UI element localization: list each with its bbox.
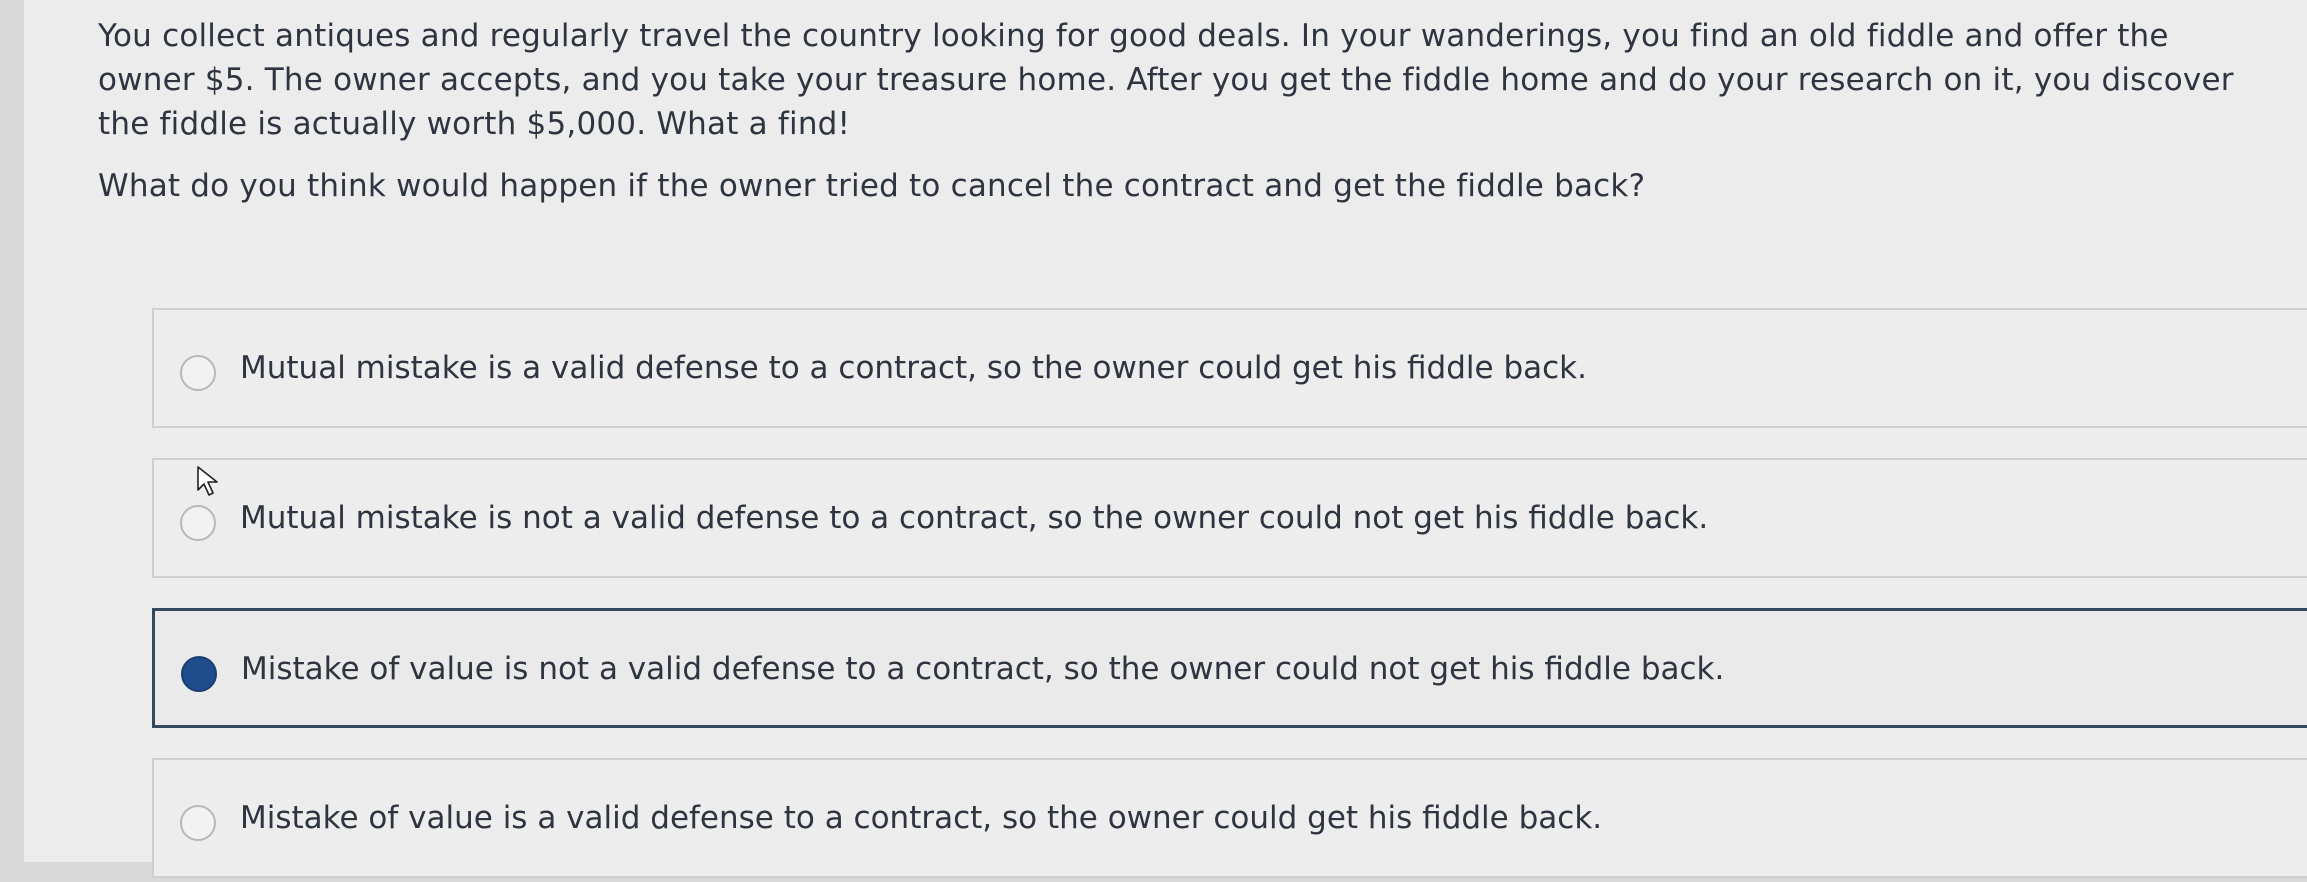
answer-option-4[interactable]: Mistake of value is a valid defense to a…	[152, 758, 2307, 878]
radio-button-icon[interactable]	[180, 355, 216, 391]
answer-option-1[interactable]: Mutual mistake is a valid defense to a c…	[152, 308, 2307, 428]
question-block: You collect antiques and regularly trave…	[98, 14, 2268, 208]
answer-option-3[interactable]: Mistake of value is not a valid defense …	[152, 608, 2307, 728]
question-prompt: You collect antiques and regularly trave…	[98, 18, 2234, 142]
answer-label: Mutual mistake is not a valid defense to…	[240, 500, 1709, 536]
radio-button-selected-icon[interactable]	[181, 656, 217, 692]
mouse-pointer-icon	[197, 466, 218, 496]
question-ask: What do you think would happen if the ow…	[98, 168, 1646, 204]
answer-label: Mutual mistake is a valid defense to a c…	[240, 350, 1587, 386]
radio-button-icon[interactable]	[180, 805, 216, 841]
answer-label: Mistake of value is not a valid defense …	[241, 651, 1725, 687]
radio-button-icon[interactable]	[180, 505, 216, 541]
answer-label: Mistake of value is a valid defense to a…	[240, 800, 1603, 836]
answer-option-2[interactable]: Mutual mistake is not a valid defense to…	[152, 458, 2307, 578]
